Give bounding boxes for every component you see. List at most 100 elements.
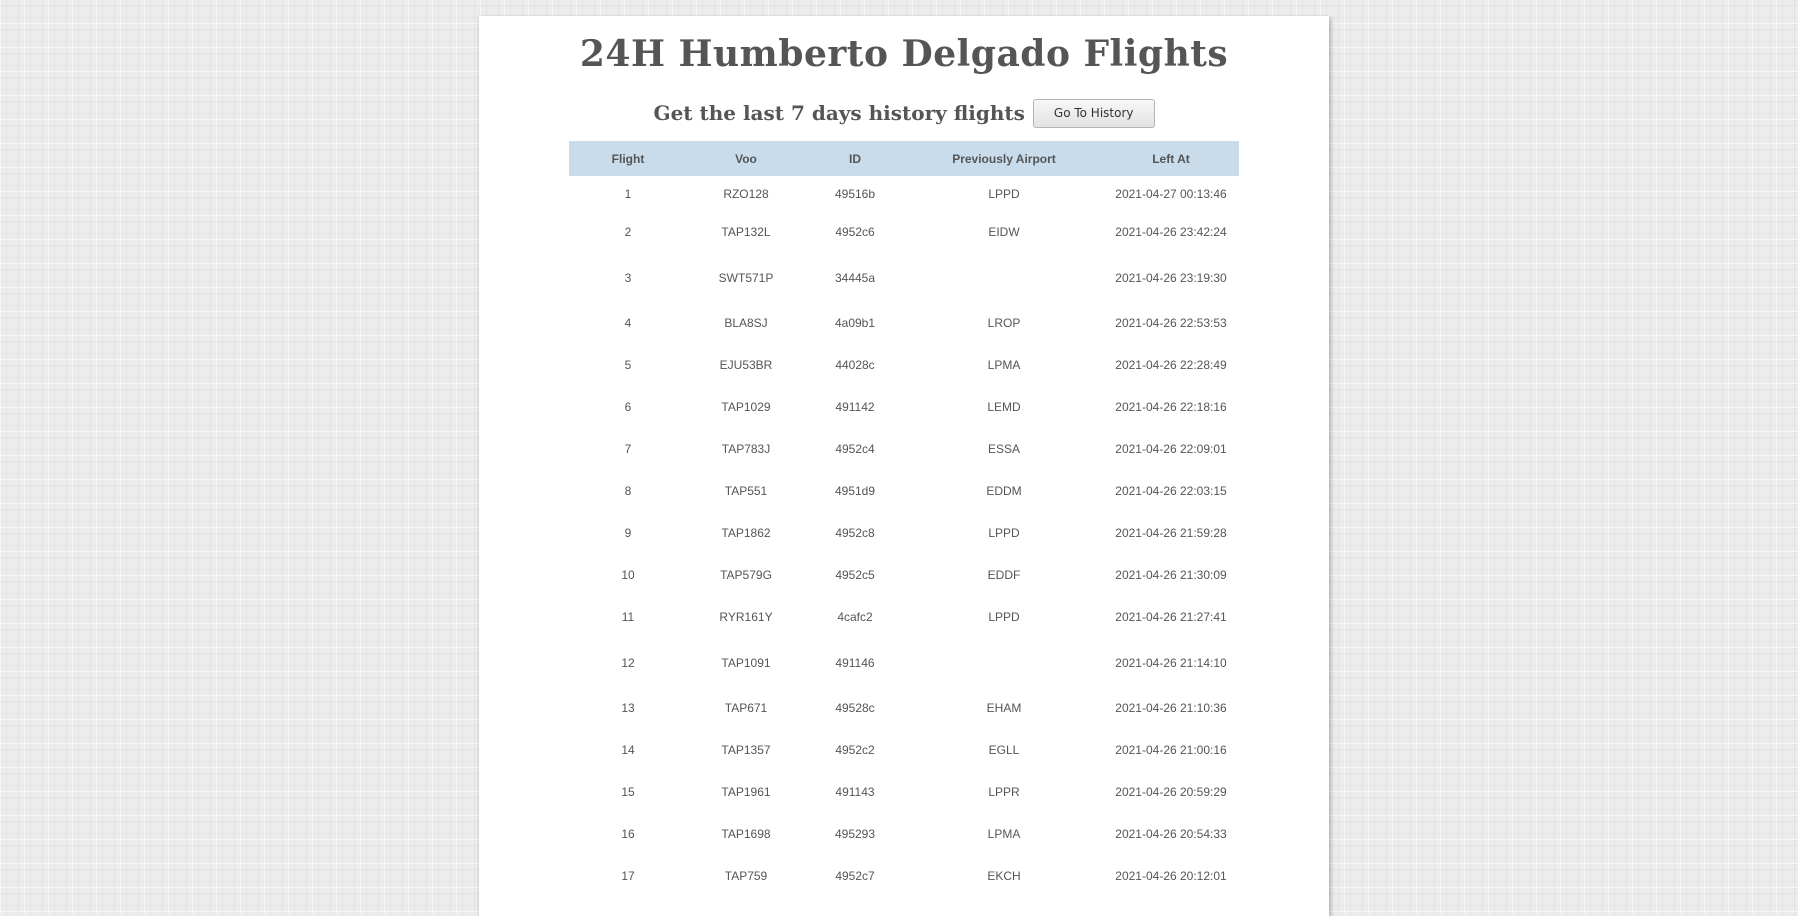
cell-left-at: 2021-04-26 23:42:24 (1115, 225, 1227, 239)
cell-previously-airport: LPMA (987, 827, 1021, 841)
cell-flight: 11 (621, 610, 635, 624)
cell-id: 4952c5 (835, 568, 875, 582)
cell-left-at: 2021-04-26 22:03:15 (1115, 484, 1227, 498)
table-row: 14 TAP1357 4952c2 EGLL 2021-04-26 21:00:16 (569, 729, 1239, 771)
cell-previously-airport: ESSA (987, 442, 1020, 456)
cell-voo: TAP1698 (721, 827, 771, 841)
cell-voo: TAP1091 (721, 655, 771, 670)
cell-previously-airport (905, 253, 1103, 302)
cell-flight: 1 (624, 186, 632, 201)
table-row: 11 RYR161Y 4cafc2 LPPD 2021-04-26 21:27:41 (569, 596, 1239, 638)
cell-previously-airport: LPPD (988, 526, 1020, 540)
table-row: 17 TAP759 4952c7 EKCH 2021-04-26 20:12:01 (569, 855, 1239, 897)
cell-previously-airport: LPPR (988, 785, 1020, 799)
cell-id: 49528c (835, 701, 875, 715)
history-prompt-row: Get the last 7 days history flights Go T… (479, 98, 1329, 128)
table-row: 10 TAP579G 4952c5 EDDF 2021-04-26 21:30:09 (569, 554, 1239, 596)
cell-voo: TAP671 (724, 701, 768, 715)
cell-voo: SWT571P (718, 270, 774, 285)
cell-id: 4952c7 (835, 869, 875, 883)
cell-flight: 5 (624, 358, 632, 372)
cell-left-at: 2021-04-26 22:28:49 (1115, 358, 1227, 372)
cell-voo: EJU53BR (719, 358, 773, 372)
cell-left-at: 2021-04-26 21:14:10 (1115, 655, 1227, 670)
table-row: 3 SWT571P 34445a 2021-04-26 23:19:30 (569, 253, 1239, 302)
column-header-left-at: Left At (1103, 141, 1239, 176)
cell-voo: TAP551 (724, 484, 768, 498)
cell-left-at: 2021-04-26 21:27:41 (1115, 610, 1227, 624)
cell-id: 44028c (835, 358, 875, 372)
cell-previously-airport: EDDF (987, 568, 1021, 582)
cell-id: 4cafc2 (837, 610, 873, 624)
cell-flight: 4 (624, 316, 632, 330)
cell-voo: TAP1357 (721, 743, 771, 757)
cell-flight: 12 (621, 655, 635, 670)
table-row: 15 TAP1961 491143 LPPR 2021-04-26 20:59:29 (569, 771, 1239, 813)
cell-left-at: 2021-04-26 22:09:01 (1115, 442, 1227, 456)
cell-id: 491143 (835, 785, 875, 799)
history-subtitle: Get the last 7 days history flights (653, 101, 1025, 125)
cell-id: 491146 (835, 655, 875, 670)
cell-flight: 13 (621, 701, 635, 715)
table-row: 1 RZO128 49516b LPPD 2021-04-27 00:13:46 (569, 176, 1239, 211)
table-row: 16 TAP1698 495293 LPMA 2021-04-26 20:54:33 (569, 813, 1239, 855)
cell-voo: TAP132L (721, 225, 771, 239)
table-row: 7 TAP783J 4952c4 ESSA 2021-04-26 22:09:01 (569, 428, 1239, 470)
cell-left-at: 2021-04-26 20:12:01 (1115, 869, 1227, 883)
cell-voo: TAP1961 (721, 785, 771, 799)
cell-previously-airport: LEMD (987, 400, 1021, 414)
cell-id: 4952c6 (835, 225, 875, 239)
table-row: 5 EJU53BR 44028c LPMA 2021-04-26 22:28:49 (569, 344, 1239, 386)
table-row: 6 TAP1029 491142 LEMD 2021-04-26 22:18:16 (569, 386, 1239, 428)
cell-flight: 17 (621, 869, 635, 883)
cell-id: 4952c2 (835, 743, 875, 757)
cell-id: 49516b (834, 186, 876, 201)
cell-id: 34445a (834, 270, 876, 285)
cell-left-at: 2021-04-26 22:53:53 (1115, 316, 1227, 330)
cell-flight: 2 (624, 225, 632, 239)
cell-voo: TAP1029 (721, 400, 771, 414)
table-row: 12 TAP1091 491146 2021-04-26 21:14:10 (569, 638, 1239, 687)
cell-voo: RZO128 (723, 186, 769, 201)
cell-flight: 3 (624, 270, 632, 285)
cell-left-at: 2021-04-26 21:30:09 (1115, 568, 1227, 582)
cell-flight: 15 (621, 785, 635, 799)
cell-left-at: 2021-04-26 21:59:28 (1115, 526, 1227, 540)
cell-left-at: 2021-04-26 20:59:29 (1115, 785, 1227, 799)
cell-id: 4952c8 (835, 526, 875, 540)
go-to-history-button[interactable]: Go To History (1032, 98, 1155, 128)
cell-id: 495293 (834, 827, 876, 841)
cell-flight: 9 (624, 526, 632, 540)
cell-previously-airport: EGLL (988, 743, 1020, 757)
cell-previously-airport: LROP (987, 316, 1021, 330)
cell-left-at: 2021-04-27 00:13:46 (1115, 186, 1227, 201)
cell-flight: 6 (624, 400, 632, 414)
cell-left-at: 2021-04-26 21:10:36 (1115, 701, 1227, 715)
column-header-id: ID (805, 141, 905, 176)
cell-previously-airport: LPMA (987, 358, 1021, 372)
cell-voo: TAP759 (724, 869, 768, 883)
cell-flight: 14 (621, 743, 635, 757)
table-row: 2 TAP132L 4952c6 EIDW 2021-04-26 23:42:24 (569, 211, 1239, 253)
cell-left-at: 2021-04-26 22:18:16 (1115, 400, 1227, 414)
column-header-voo: Voo (687, 141, 805, 176)
cell-previously-airport: EKCH (987, 869, 1021, 883)
cell-previously-airport: EIDW (988, 225, 1020, 239)
cell-voo: TAP783J (721, 442, 771, 456)
cell-flight: 7 (624, 442, 632, 456)
cell-left-at: 2021-04-26 21:00:16 (1115, 743, 1227, 757)
cell-voo: RYR161Y (719, 610, 773, 624)
flights-table-body: 1 RZO128 49516b LPPD 2021-04-27 00:13:46 2 TAP… (569, 176, 1239, 897)
cell-previously-airport: LPPD (988, 186, 1020, 201)
table-row: 9 TAP1862 4952c8 LPPD 2021-04-26 21:59:28 (569, 512, 1239, 554)
cell-left-at: 2021-04-26 20:54:33 (1115, 827, 1227, 841)
table-row: 8 TAP551 4951d9 EDDM 2021-04-26 22:03:15 (569, 470, 1239, 512)
cell-voo: BLA8SJ (724, 316, 768, 330)
cell-id: 4951d9 (834, 484, 876, 498)
cell-previously-airport: LPPD (988, 610, 1020, 624)
table-row: 13 TAP671 49528c EHAM 2021-04-26 21:10:36 (569, 687, 1239, 729)
cell-id: 491142 (835, 400, 875, 414)
column-header-previously-airport: Previously Airport (905, 141, 1103, 176)
cell-previously-airport: EHAM (986, 701, 1022, 715)
cell-flight: 8 (624, 484, 632, 498)
